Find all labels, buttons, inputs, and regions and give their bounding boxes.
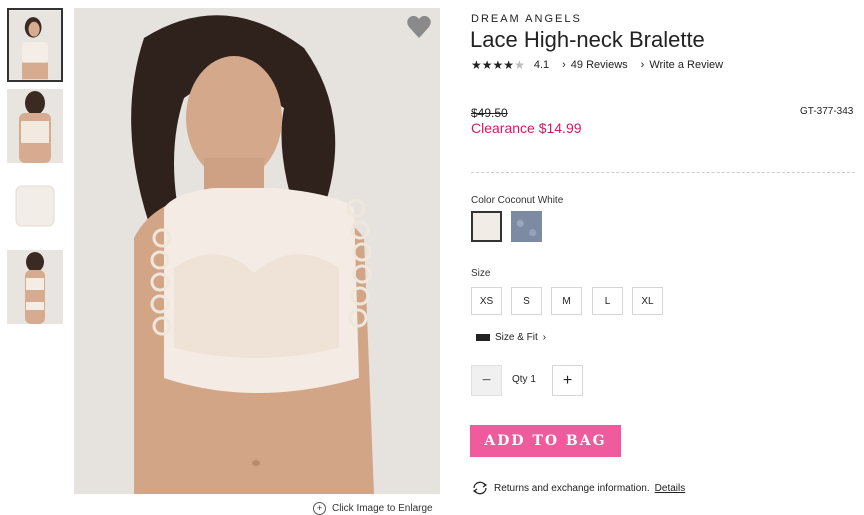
brand-name: DREAM ANGELS (471, 13, 582, 25)
enlarge-link[interactable]: + Click Image to Enlarge (313, 502, 433, 515)
add-to-bag-button[interactable]: ADD TO BAG (470, 425, 621, 457)
star-icon: ★ (471, 58, 482, 72)
returns-info: Returns and exchange information. Detail… (471, 481, 685, 495)
size-s-button[interactable]: S (511, 287, 542, 315)
color-label: Color Coconut White (471, 195, 564, 206)
wishlist-heart-icon[interactable] (406, 14, 432, 40)
size-fit-label: Size & Fit (495, 332, 538, 343)
swatch-coconut-white[interactable] (471, 211, 502, 242)
size-l-button[interactable]: L (592, 287, 623, 315)
details-link[interactable]: Details (655, 483, 686, 494)
size-m-button[interactable]: M (551, 287, 582, 315)
clearance-price: Clearance $14.99 (471, 120, 582, 136)
chevron-right-icon: › (542, 332, 547, 343)
star-icon: ★ (481, 58, 493, 72)
chevron-right-icon: › (562, 59, 566, 71)
star-icon: ★ (514, 58, 525, 72)
chevron-right-icon: › (640, 59, 645, 71)
thumbnail-4[interactable] (7, 250, 63, 324)
product-title: Lace High-neck Bralette (470, 27, 705, 52)
enlarge-label: Click Image to Enlarge (332, 503, 433, 514)
zoom-icon: + (313, 502, 326, 515)
size-xs-button[interactable]: XS (471, 287, 502, 315)
qty-increase-button[interactable]: + (552, 365, 583, 396)
product-sku: GT-377-343 (800, 106, 854, 117)
rating-value: 4.1 (533, 59, 550, 71)
qty-value: Qty 1 (512, 374, 536, 385)
star-rating: ★★★★★ (471, 58, 525, 72)
star-icon: ★ (492, 58, 504, 72)
product-main-image[interactable] (74, 8, 440, 494)
qty-decrease-button[interactable]: − (471, 365, 502, 396)
thumbnail-1[interactable] (7, 8, 63, 82)
write-review-link[interactable]: Write a Review (649, 59, 723, 71)
divider (471, 172, 855, 173)
returns-text: Returns and exchange information. (494, 482, 650, 494)
thumbnail-2[interactable] (7, 89, 63, 163)
returns-icon (472, 481, 488, 495)
rating-row: ★★★★★ 4.1 › 49 Reviews › Write a Review (471, 58, 723, 72)
size-fit-link[interactable]: Size & Fit › (476, 332, 546, 343)
reviews-link[interactable]: 49 Reviews (571, 59, 628, 71)
ruler-icon (476, 334, 490, 341)
thumbnail-3[interactable] (7, 170, 63, 244)
star-icon: ★ (503, 58, 515, 72)
original-price: $49.50 (471, 106, 508, 120)
size-label: Size (471, 268, 491, 279)
swatch-blue[interactable] (511, 211, 542, 242)
size-xl-button[interactable]: XL (632, 287, 663, 315)
